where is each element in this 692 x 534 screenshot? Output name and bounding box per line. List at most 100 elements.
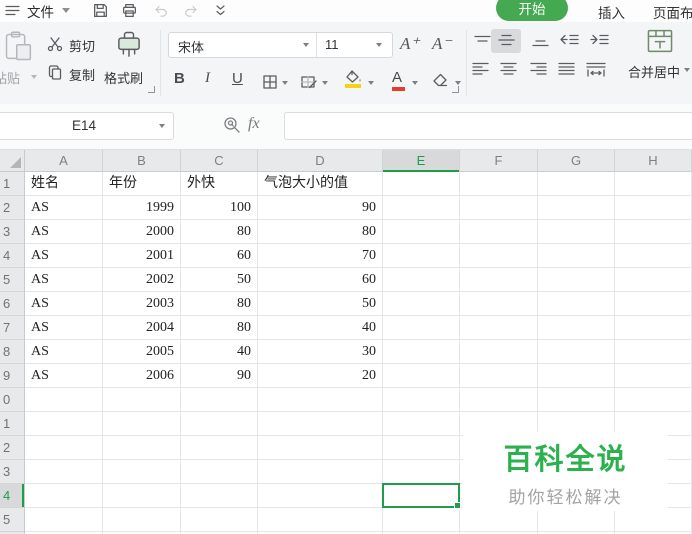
formula-input[interactable]	[284, 112, 692, 140]
cell[interactable]: 30	[258, 340, 383, 364]
increase-font-size-button[interactable]: A⁺	[400, 34, 419, 54]
cell[interactable]	[538, 220, 615, 244]
row-header[interactable]: 2	[0, 436, 25, 460]
row-header[interactable]: 6	[0, 292, 25, 316]
font-dialog-launcher-icon[interactable]	[452, 86, 459, 93]
cell[interactable]	[538, 508, 615, 532]
cell[interactable]	[460, 220, 538, 244]
cell[interactable]	[615, 172, 692, 196]
cell[interactable]: 80	[181, 316, 258, 340]
cell[interactable]	[460, 292, 538, 316]
cell[interactable]: 2000	[103, 220, 181, 244]
increase-indent-icon[interactable]	[588, 32, 610, 53]
borders-icon[interactable]	[262, 74, 278, 95]
cell[interactable]	[383, 244, 460, 268]
cell[interactable]: 20	[258, 364, 383, 388]
cell[interactable]	[181, 388, 258, 412]
cell[interactable]	[460, 508, 538, 532]
cell[interactable]: AS	[25, 220, 103, 244]
eraser-icon[interactable]	[432, 73, 450, 93]
cell[interactable]	[460, 172, 538, 196]
select-all-corner[interactable]	[0, 150, 25, 172]
row-header[interactable]: 5	[0, 268, 25, 292]
row-header[interactable]: 0	[0, 388, 25, 412]
cell[interactable]: 40	[258, 316, 383, 340]
cell[interactable]: 80	[181, 220, 258, 244]
cell[interactable]: 70	[258, 244, 383, 268]
cell[interactable]	[258, 412, 383, 436]
cell[interactable]	[181, 412, 258, 436]
row-header[interactable]: 3	[0, 460, 25, 484]
eraser-caret-icon[interactable]	[455, 81, 461, 85]
cell[interactable]	[383, 508, 460, 532]
cell[interactable]	[615, 508, 692, 532]
cell[interactable]	[615, 388, 692, 412]
cell[interactable]	[538, 388, 615, 412]
cell[interactable]: 80	[258, 220, 383, 244]
cell[interactable]: 50	[181, 268, 258, 292]
row-header[interactable]: 3	[0, 220, 25, 244]
cell[interactable]	[460, 364, 538, 388]
tab-page-layout[interactable]: 页面布局	[653, 2, 692, 22]
cell[interactable]	[383, 436, 460, 460]
align-center-icon[interactable]	[500, 61, 517, 82]
cell[interactable]	[25, 508, 103, 532]
cell[interactable]: AS	[25, 292, 103, 316]
cell[interactable]	[383, 292, 460, 316]
cell[interactable]	[258, 484, 383, 508]
align-right-icon[interactable]	[530, 61, 547, 82]
cell[interactable]: 40	[181, 340, 258, 364]
cell[interactable]	[615, 316, 692, 340]
align-middle-icon[interactable]	[498, 32, 515, 53]
undo-icon[interactable]	[153, 3, 169, 23]
cell[interactable]: 80	[181, 292, 258, 316]
font-color-caret-icon[interactable]	[412, 81, 418, 85]
cell[interactable]	[383, 316, 460, 340]
cell[interactable]	[538, 292, 615, 316]
decrease-font-size-button[interactable]: A⁻	[432, 34, 451, 54]
cell[interactable]	[258, 508, 383, 532]
cell[interactable]: 2001	[103, 244, 181, 268]
column-header-G[interactable]: G	[538, 150, 615, 172]
cell[interactable]	[181, 484, 258, 508]
tab-insert[interactable]: 插入	[598, 2, 625, 22]
row-header[interactable]: 1	[0, 172, 25, 196]
cell[interactable]	[383, 172, 460, 196]
ribbon-options-chevrons-icon[interactable]	[214, 3, 227, 23]
column-header-H[interactable]: H	[615, 150, 692, 172]
font-name-select[interactable]: 宋体	[178, 37, 204, 56]
row-header[interactable]: 4	[0, 484, 25, 508]
cell[interactable]: 2003	[103, 292, 181, 316]
row-header[interactable]: 4	[0, 244, 25, 268]
insert-function-icon[interactable]: fx	[248, 115, 260, 133]
cell[interactable]	[258, 460, 383, 484]
cell[interactable]: 外快	[181, 172, 258, 196]
cell[interactable]: 90	[258, 196, 383, 220]
cell[interactable]	[383, 340, 460, 364]
copy-button[interactable]: 复制	[46, 64, 95, 87]
fill-color-icon[interactable]	[344, 70, 363, 88]
cell[interactable]	[181, 436, 258, 460]
cell[interactable]	[103, 460, 181, 484]
cell[interactable]	[460, 316, 538, 340]
cell[interactable]	[538, 364, 615, 388]
row-header[interactable]: 8	[0, 340, 25, 364]
column-header-E[interactable]: E	[383, 150, 460, 172]
tab-home[interactable]: 开始	[496, 0, 568, 21]
name-box[interactable]: E14	[0, 112, 174, 140]
cell[interactable]	[615, 268, 692, 292]
cell[interactable]	[460, 268, 538, 292]
zoom-search-icon[interactable]	[222, 115, 242, 140]
cell[interactable]	[460, 244, 538, 268]
bold-button[interactable]: B	[174, 70, 185, 87]
cell[interactable]	[25, 412, 103, 436]
row-header[interactable]: 9	[0, 364, 25, 388]
redo-icon[interactable]	[183, 3, 199, 23]
cell[interactable]: 100	[181, 196, 258, 220]
draw-border-caret-icon[interactable]	[322, 81, 328, 85]
paste-icon[interactable]	[2, 30, 36, 69]
column-header-C[interactable]: C	[181, 150, 258, 172]
cell[interactable]	[615, 340, 692, 364]
print-icon[interactable]	[121, 2, 138, 24]
cell[interactable]: 60	[258, 268, 383, 292]
